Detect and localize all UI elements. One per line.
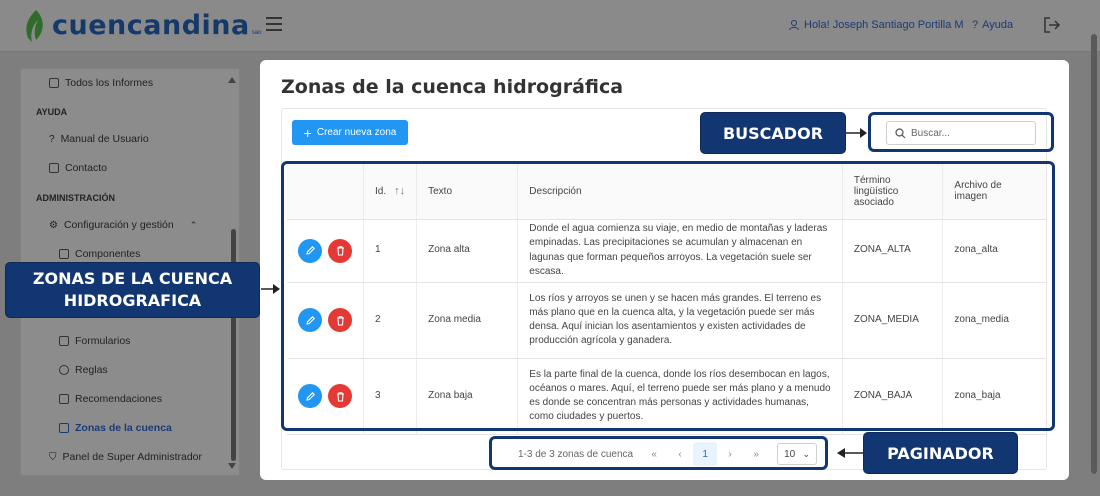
create-zone-button[interactable]: + Crear nueva zona [292, 120, 408, 145]
page-scrollbar[interactable] [1091, 34, 1097, 474]
hamburger-icon[interactable] [266, 17, 282, 31]
app-header: cuencandina sao Hola! Joseph Santiago Po… [0, 0, 1100, 52]
help-label: Ayuda [982, 19, 1014, 31]
sidebar-item-manual[interactable]: ? Manual de Usuario [49, 129, 239, 149]
sidebar-item-label: Manual de Usuario [60, 133, 149, 145]
table-highlight [281, 161, 1055, 431]
help-icon: ? [49, 133, 55, 145]
callout-paginador: PAGINADOR [863, 432, 1018, 474]
gear-icon: ⚙ [49, 219, 58, 231]
arrow-right-icon [261, 284, 280, 294]
sidebar-item-label: Zonas de la cuenca [75, 422, 172, 434]
sidebar-item-zonas[interactable]: Zonas de la cuenca [59, 418, 239, 438]
logo[interactable]: cuencandina sao [22, 8, 261, 44]
create-zone-label: Crear nueva zona [316, 127, 397, 138]
sidebar-item-contacto[interactable]: Contacto [49, 158, 239, 178]
folder-icon [49, 78, 59, 88]
scroll-down-icon[interactable] [228, 463, 236, 469]
sidebar-item-recomendaciones[interactable]: Recomendaciones [59, 389, 239, 409]
sidebar-item-super-admin[interactable]: ⛉ Panel de Super Administrador [49, 447, 239, 467]
shield-icon: ⛉ [49, 451, 57, 463]
sidebar-item-componentes[interactable]: Componentes [59, 244, 239, 264]
rule-icon [59, 365, 69, 375]
logo-text: cuencandina [52, 10, 250, 41]
sidebar-item-label: Todos los Informes [65, 77, 154, 89]
sidebar-item-label: Contacto [65, 162, 108, 174]
leaf-logo-icon [26, 10, 43, 42]
section-administracion: ADMINISTRACIÓN [36, 193, 115, 203]
sidebar-item-label: Reglas [75, 364, 108, 376]
sidebar-item-formularios[interactable]: Formularios [59, 331, 239, 351]
mail-icon [49, 163, 59, 173]
arrow-left-icon [837, 448, 863, 458]
sidebar-item-todos-informes[interactable]: Todos los Informes [49, 73, 239, 93]
callout-zonas-line2: HIDROGRAFICA [63, 291, 202, 310]
callout-zonas-line1: ZONAS DE LA CUENCA [32, 268, 233, 288]
callout-zonas: ZONAS DE LA CUENCA HIDROGRAFICA [5, 262, 260, 318]
sidebar-item-label: Recomendaciones [75, 393, 162, 405]
user-greeting: Hola! Joseph Santiago Portilla M [804, 19, 964, 31]
sidebar-item-label: Panel de Super Administrador [62, 451, 203, 463]
sidebar-item-configuracion[interactable]: ⚙ Configuración y gestión ⌃ [49, 215, 239, 235]
search-highlight [868, 112, 1054, 152]
sidebar-item-reglas[interactable]: Reglas [59, 360, 239, 380]
user-menu[interactable]: Hola! Joseph Santiago Portilla M [788, 19, 964, 31]
plus-icon: + [303, 124, 312, 141]
sidebar-item-label: Formularios [75, 335, 131, 347]
logo-suffix: sao [251, 30, 262, 36]
paginator-highlight [489, 436, 828, 470]
sidebar-item-label: Componentes [75, 248, 141, 260]
user-icon [789, 20, 799, 31]
modal-title: Zonas de la cuenca hidrográfica [281, 76, 624, 98]
callout-buscador: BUSCADOR [700, 112, 846, 154]
sidebar-item-label: Configuración y gestión [63, 219, 174, 231]
logout-icon[interactable] [1043, 16, 1061, 34]
grid-icon [59, 249, 69, 259]
chevron-up-icon: ⌃ [189, 219, 198, 230]
help-link[interactable]: ? Ayuda [972, 19, 1013, 31]
map-icon [59, 423, 69, 433]
list-icon [59, 394, 69, 404]
arrow-right-icon [846, 128, 867, 138]
section-ayuda: AYUDA [36, 107, 68, 117]
form-icon [59, 336, 69, 346]
help-icon: ? [972, 19, 979, 31]
